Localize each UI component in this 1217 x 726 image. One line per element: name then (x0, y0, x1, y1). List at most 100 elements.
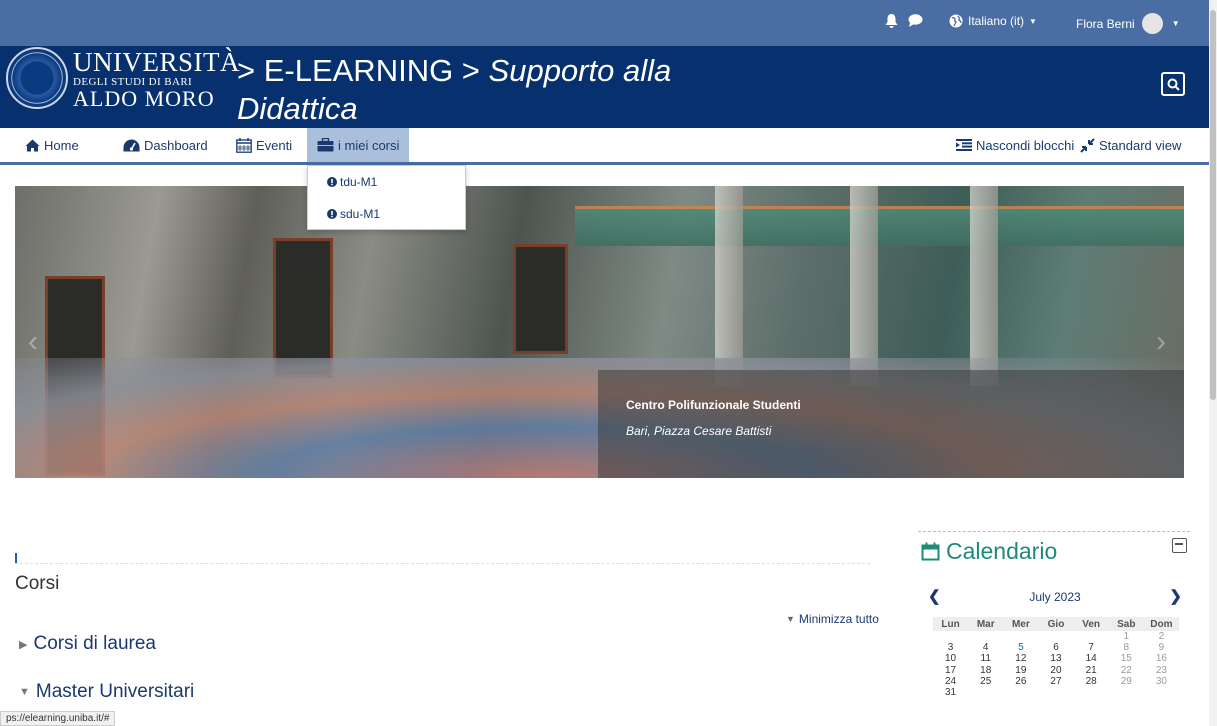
nav-home[interactable]: Home (25, 128, 79, 162)
dropdown-course-item[interactable]: tdu-M1 (308, 166, 465, 198)
calendar-day[interactable]: 21 (1074, 665, 1109, 676)
calendar-day[interactable]: 7 (1074, 642, 1109, 653)
caret-down-icon: ▼ (1171, 19, 1180, 28)
calendar-day[interactable]: 25 (968, 676, 1003, 687)
calendar-day[interactable]: 5 (1003, 642, 1038, 653)
university-logo-text[interactable]: UNIVERSITÀ DEGLI STUDI DI BARI ALDO MORO (73, 49, 240, 110)
calendar-icon (236, 137, 252, 153)
calendar-day (968, 687, 1003, 698)
calendar-day[interactable]: 30 (1144, 676, 1179, 687)
calendar-day[interactable]: 1 (1109, 631, 1144, 642)
nav-events[interactable]: Eventi (236, 128, 292, 162)
site-banner: UNIVERSITÀ DEGLI STUDI DI BARI ALDO MORO… (0, 46, 1209, 128)
calendar-day[interactable]: 23 (1144, 665, 1179, 676)
nav-my-courses[interactable]: i miei corsi (307, 128, 410, 162)
calendar-day[interactable]: 15 (1109, 653, 1144, 664)
calendar-day[interactable]: 22 (1109, 665, 1144, 676)
calendar-day[interactable]: 13 (1038, 653, 1073, 664)
logo-line1: UNIVERSITÀ (73, 47, 240, 77)
language-menu[interactable]: Italiano (it) ▼ (949, 14, 1037, 28)
section-marker (15, 553, 17, 563)
caret-right-icon: ▶ (19, 638, 28, 651)
my-courses-dropdown: tdu-M1 sdu-M1 (307, 165, 466, 230)
page-scrollbar[interactable] (1209, 0, 1217, 726)
collapse-all-label: Minimizza tutto (798, 612, 879, 626)
calendar-day[interactable]: 3 (933, 642, 968, 653)
category-master-universitari[interactable]: ▼ Master Universitari (19, 681, 194, 703)
collapse-block-button[interactable] (1172, 538, 1187, 553)
calendar-day (1074, 631, 1109, 642)
caret-down-icon: ▼ (1029, 16, 1037, 26)
hide-blocks-button[interactable]: Nascondi blocchi (956, 128, 1074, 162)
carousel-photo-pillar (715, 186, 743, 386)
calendar-day (1144, 687, 1179, 698)
category-corsi-di-laurea[interactable]: ▶ Corsi di laurea (19, 633, 156, 655)
dropdown-course-label: tdu-M1 (340, 175, 378, 189)
calendar-month-label[interactable]: July 2023 (928, 590, 1182, 604)
calendar-day[interactable]: 11 (968, 653, 1003, 664)
calendar-day[interactable]: 28 (1074, 676, 1109, 687)
nav-home-label: Home (44, 137, 79, 153)
calendar-day (1003, 631, 1038, 642)
briefcase-icon (317, 138, 334, 152)
calendar-week-row: 17 18 19 20 21 22 23 (933, 665, 1179, 676)
language-label: Italiano (it) (968, 14, 1025, 28)
carousel-photo-door (513, 244, 568, 354)
calendar-weeks: 1 2 3 4 5 6 7 8 9 10 11 12 13 14 15 16 17 18 19 20 21 22 23 24 2… (933, 631, 1179, 698)
weekday-label: Sab (1117, 618, 1136, 630)
calendar-day[interactable]: 26 (1003, 676, 1038, 687)
calendar-day[interactable]: 20 (1038, 665, 1073, 676)
calendar-day (1038, 631, 1073, 642)
carousel-photo-pillar (970, 186, 998, 386)
category-label: Master Universitari (35, 681, 195, 702)
calendar-day[interactable]: 12 (1003, 653, 1038, 664)
carousel-prev-chevron-icon[interactable]: ‹ (28, 325, 38, 359)
hide-blocks-label: Nascondi blocchi (976, 137, 1075, 153)
dropdown-course-label: sdu-M1 (340, 207, 381, 221)
site-title: > E-LEARNING > Supporto alla Didattica (237, 52, 757, 128)
calendar-day[interactable]: 4 (968, 642, 1003, 653)
calendar-day[interactable]: 14 (1074, 653, 1109, 664)
home-icon (25, 139, 40, 151)
standard-view-label: Standard view (1099, 137, 1182, 153)
indent-icon (956, 139, 972, 151)
calendar-day[interactable]: 9 (1144, 642, 1179, 653)
calendar-day (1109, 687, 1144, 698)
dropdown-course-item[interactable]: sdu-M1 (308, 198, 465, 230)
block-divider (918, 531, 1190, 532)
calendar-day[interactable]: 16 (1144, 653, 1179, 664)
calendar-icon (921, 542, 940, 561)
calendar-day[interactable]: 6 (1038, 642, 1073, 653)
calendar-day[interactable]: 24 (933, 676, 968, 687)
calendar-day[interactable]: 31 (933, 687, 968, 698)
search-button[interactable] (1161, 72, 1185, 96)
bell-icon (885, 14, 898, 28)
calendar-week-row: 10 11 12 13 14 15 16 (933, 653, 1179, 664)
main-navigation: Home Dashboard Eventi i miei corsi Nasco… (0, 128, 1209, 165)
collapse-all-link[interactable]: ▼ Minimizza tutto (786, 612, 879, 626)
nav-dashboard-label: Dashboard (144, 137, 208, 153)
calendar-day[interactable]: 2 (1144, 631, 1179, 642)
weekday-label: Mar (976, 618, 995, 630)
notifications-button[interactable] (885, 14, 898, 28)
nav-my-courses-label: i miei corsi (338, 137, 400, 153)
standard-view-button[interactable]: Standard view (1080, 128, 1181, 162)
caption-subtitle: Bari, Piazza Cesare Battisti (626, 424, 772, 438)
next-month-chevron-icon[interactable]: ❯ (1169, 587, 1182, 605)
carousel-photo-door (273, 238, 333, 378)
calendar-day[interactable]: 27 (1038, 676, 1073, 687)
calendar-day[interactable]: 29 (1109, 676, 1144, 687)
messages-button[interactable] (908, 14, 923, 27)
weekday-label: Dom (1150, 618, 1173, 630)
calendar-day[interactable]: 19 (1003, 665, 1038, 676)
university-seal-logo[interactable] (6, 47, 68, 109)
calendar-day[interactable]: 18 (968, 665, 1003, 676)
carousel-next-chevron-icon[interactable]: › (1156, 325, 1166, 359)
user-menu[interactable]: Flora Berni ▼ (1076, 13, 1180, 34)
logo-line3: ALDO MORO (73, 86, 215, 111)
calendar-day[interactable]: 8 (1109, 642, 1144, 653)
calendar-day[interactable]: 10 (933, 653, 968, 664)
calendar-day[interactable]: 17 (933, 665, 968, 676)
scrollbar-thumb[interactable] (1210, 10, 1216, 400)
nav-dashboard[interactable]: Dashboard (123, 128, 208, 162)
